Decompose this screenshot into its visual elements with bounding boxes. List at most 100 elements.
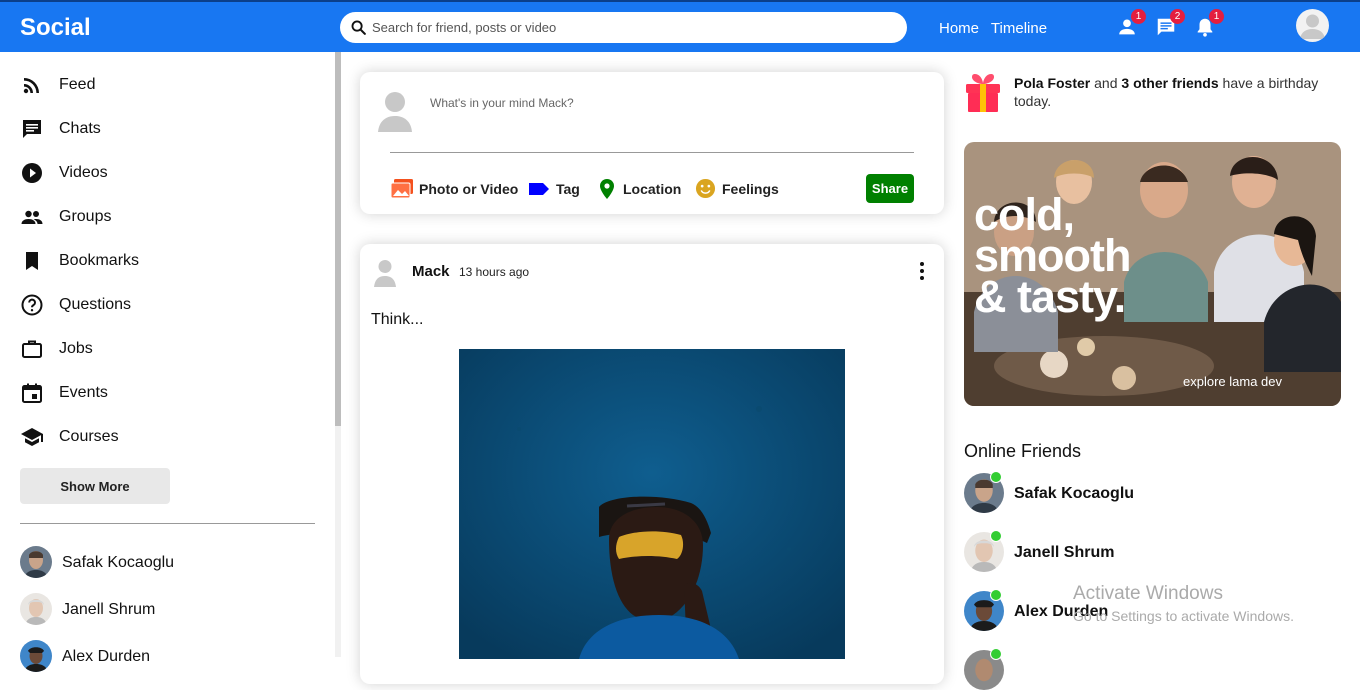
sidebar-item-questions[interactable]: Questions: [20, 292, 300, 318]
sidebar-item-label: Jobs: [59, 340, 93, 357]
school-icon: [21, 428, 43, 446]
sidebar-item-label: Videos: [59, 164, 108, 181]
sidebar-item-feed[interactable]: Feed: [20, 72, 300, 98]
ad-headline: cold, smooth & tasty.: [974, 189, 1131, 322]
event-icon: [22, 383, 42, 403]
ad-headline-line: cold,: [974, 189, 1075, 240]
share-option-label: Tag: [556, 181, 580, 197]
default-avatar-icon: [378, 92, 412, 132]
friend-avatar: [20, 640, 52, 672]
sidebar-item-label: Bookmarks: [59, 252, 140, 269]
group-icon: [21, 210, 43, 224]
online-indicator: [990, 648, 1002, 660]
chat-icon: [23, 120, 41, 138]
windows-activation-watermark: Activate Windows Go to Settings to activ…: [1073, 583, 1294, 624]
post-options-button[interactable]: [915, 261, 929, 281]
post-avatar[interactable]: [372, 257, 398, 287]
profile-avatar[interactable]: [1296, 9, 1329, 42]
share-option-tag[interactable]: Tag: [528, 178, 584, 200]
online-indicator: [990, 471, 1002, 483]
online-indicator: [990, 589, 1002, 601]
share-option-label: Photo or Video: [419, 181, 519, 197]
ad-headline-line: smooth: [974, 230, 1131, 281]
photo-library-icon: [390, 179, 413, 199]
app-logo[interactable]: Social: [20, 14, 91, 42]
sidebar-item-label: Events: [59, 384, 108, 401]
help-circle-icon: [21, 294, 43, 316]
sidebar-item-events[interactable]: Events: [20, 380, 300, 406]
online-indicator: [990, 530, 1002, 542]
rss-feed-icon: [23, 78, 39, 94]
play-circle-icon: [22, 163, 42, 183]
birthday-name[interactable]: Pola Foster: [1014, 75, 1090, 91]
sidebar-friend[interactable]: Alex Durden: [20, 640, 300, 672]
sidebar-item-label: Chats: [59, 120, 101, 137]
share-button[interactable]: Share: [866, 174, 914, 203]
sidebar-item-bookmarks[interactable]: Bookmarks: [20, 248, 300, 274]
sidebar-item-videos[interactable]: Videos: [20, 160, 300, 186]
friend-requests-button[interactable]: 1: [1116, 9, 1146, 38]
topbar: Social Home Timeline 1 2 1: [0, 0, 1360, 52]
watermark-title: Activate Windows: [1073, 583, 1223, 604]
online-friend[interactable]: Janell Shrum: [964, 530, 1264, 572]
location-pin-icon: [600, 179, 614, 199]
sidebar-friend[interactable]: Safak Kocaoglu: [20, 546, 300, 578]
birthday-notice: Pola Foster and 3 other friends have a b…: [1014, 74, 1344, 110]
share-input[interactable]: [430, 96, 860, 110]
online-friend[interactable]: Safak Kocaoglu: [964, 471, 1264, 513]
share-divider: [390, 152, 914, 153]
share-option-feelings[interactable]: Feelings: [695, 178, 781, 200]
post-photo: [459, 349, 845, 659]
sidebar-item-label: Questions: [59, 296, 132, 313]
notifications-button[interactable]: 1: [1194, 9, 1224, 38]
sidebar-item-groups[interactable]: Groups: [20, 204, 300, 230]
post-username[interactable]: Mack: [412, 263, 450, 280]
share-avatar: [376, 88, 414, 132]
sidebar-item-chats[interactable]: Chats: [20, 116, 300, 142]
bookmark-icon: [26, 252, 38, 270]
share-box: Photo or Video Tag Location Feelings Sha…: [360, 72, 944, 214]
online-friends-title: Online Friends: [964, 441, 1082, 461]
sidebar-scrollbar-thumb[interactable]: [335, 52, 341, 426]
search-bar[interactable]: [340, 12, 907, 43]
nav-link-home[interactable]: Home: [939, 20, 979, 37]
ad-headline-line: & tasty.: [974, 271, 1126, 322]
sidebar-item-label: Groups: [59, 208, 112, 225]
search-input[interactable]: [372, 12, 892, 43]
ad-banner[interactable]: cold, smooth & tasty. explore lama dev: [964, 142, 1341, 406]
show-more-button[interactable]: Show More: [20, 468, 170, 504]
post-text: Think...: [371, 311, 424, 328]
gift-icon: [964, 72, 1002, 114]
share-option-location[interactable]: Location: [597, 178, 683, 200]
default-avatar-icon: [1300, 14, 1325, 39]
share-option-photo-video[interactable]: Photo or Video: [390, 178, 518, 200]
ad-subtext: explore lama dev: [1183, 374, 1282, 389]
birthday-and: and: [1090, 75, 1122, 91]
emoji-icon: [695, 178, 716, 199]
label-icon: [529, 183, 549, 195]
sidebar-friend[interactable]: Janell Shrum: [20, 593, 300, 625]
sidebar-item-courses[interactable]: Courses: [20, 424, 300, 450]
sidebar-item-label: Feed: [59, 76, 96, 93]
sidebar-item-jobs[interactable]: Jobs: [20, 336, 300, 362]
sidebar-item-label: Courses: [59, 428, 119, 445]
friend-avatar: [20, 593, 52, 625]
messages-badge: 2: [1170, 9, 1185, 24]
work-icon: [22, 340, 42, 358]
friend-avatar: [20, 546, 52, 578]
notifications-badge: 1: [1209, 9, 1224, 24]
friend-name: Janell Shrum: [1014, 544, 1115, 561]
friend-name: Safak Kocaoglu: [1014, 485, 1135, 502]
nav-link-timeline[interactable]: Timeline: [991, 20, 1047, 37]
online-friend[interactable]: [964, 648, 1264, 690]
share-option-label: Feelings: [722, 181, 779, 197]
post-timestamp: 13 hours ago: [459, 265, 530, 279]
search-icon: [351, 20, 366, 35]
post-card: Mack 13 hours ago Think...: [360, 244, 944, 684]
post-image[interactable]: [459, 349, 845, 659]
birthday-others[interactable]: 3 other friends: [1121, 75, 1218, 91]
messages-button[interactable]: 2: [1155, 9, 1185, 38]
friend-requests-badge: 1: [1131, 9, 1146, 24]
default-avatar-icon: [374, 260, 396, 287]
sidebar-scrollbar[interactable]: [335, 52, 341, 657]
